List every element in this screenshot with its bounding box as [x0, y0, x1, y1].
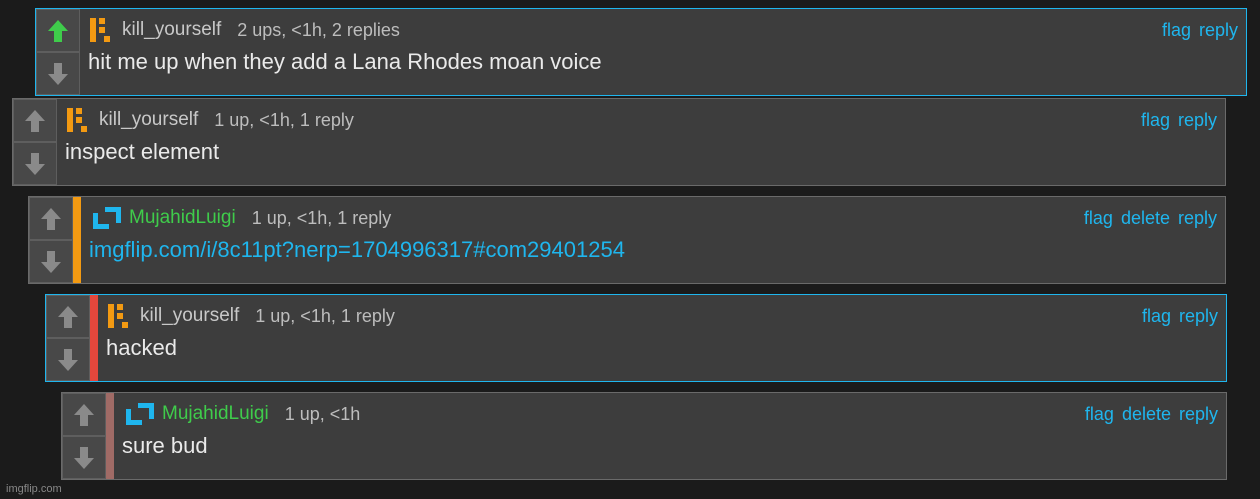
- arrow-up-icon: [58, 305, 78, 328]
- username-link[interactable]: MujahidLuigi: [162, 403, 269, 425]
- comment-text: hacked: [106, 335, 177, 360]
- comment-meta: 2 ups, <1h, 2 replies: [237, 19, 400, 40]
- downvote-button[interactable]: [36, 52, 80, 95]
- comment-meta: 1 up, <1h, 1 reply: [251, 207, 392, 228]
- comment-header: kill_yourself 1 up, <1h, 1 reply flag re…: [98, 295, 1226, 337]
- username-link[interactable]: kill_yourself: [99, 109, 198, 131]
- reply-button[interactable]: reply: [1179, 404, 1218, 425]
- arrow-up-icon: [74, 403, 94, 426]
- reply-button[interactable]: reply: [1199, 20, 1238, 41]
- flag-button[interactable]: flag: [1085, 404, 1114, 425]
- vote-column: [36, 9, 80, 95]
- upvote-button[interactable]: [13, 99, 57, 142]
- reply-button[interactable]: reply: [1179, 306, 1218, 327]
- thread-stripe: [106, 393, 114, 479]
- bracket-logo-avatar-icon[interactable]: [91, 205, 123, 231]
- comment-actions: flag delete reply: [1084, 208, 1217, 229]
- comment: MujahidLuigi 1 up, <1h flag delete reply…: [61, 392, 1227, 480]
- username-link[interactable]: kill_yourself: [122, 19, 221, 41]
- comment-meta: 1 up, <1h: [284, 403, 361, 424]
- thread-stripe: [73, 197, 81, 283]
- arrow-down-icon: [48, 62, 68, 85]
- k-logo-avatar-icon[interactable]: [67, 108, 87, 132]
- arrow-down-icon: [74, 446, 94, 469]
- username-link[interactable]: kill_yourself: [140, 305, 239, 327]
- upvote-button[interactable]: [46, 295, 90, 338]
- k-logo-avatar-icon[interactable]: [90, 18, 110, 42]
- flag-button[interactable]: flag: [1141, 110, 1170, 131]
- watermark: imgflip.com: [6, 483, 62, 495]
- comment-actions: flag reply: [1142, 306, 1218, 327]
- downvote-button[interactable]: [29, 240, 73, 283]
- comment: MujahidLuigi 1 up, <1h, 1 reply flag del…: [28, 196, 1226, 284]
- comment-text: inspect element: [65, 139, 220, 164]
- delete-button[interactable]: delete: [1121, 208, 1170, 229]
- downvote-button[interactable]: [46, 338, 90, 381]
- downvote-button[interactable]: [62, 436, 106, 479]
- arrow-up-icon: [25, 109, 45, 132]
- flag-button[interactable]: flag: [1084, 208, 1113, 229]
- flag-button[interactable]: flag: [1162, 20, 1191, 41]
- username-link[interactable]: MujahidLuigi: [129, 207, 236, 229]
- vote-column: [62, 393, 106, 479]
- comment-header: MujahidLuigi 1 up, <1h flag delete reply: [114, 393, 1226, 435]
- comment-actions: flag reply: [1162, 20, 1238, 41]
- vote-column: [13, 99, 57, 185]
- k-logo-avatar-icon[interactable]: [108, 304, 128, 328]
- delete-button[interactable]: delete: [1122, 404, 1171, 425]
- comment-body: MujahidLuigi 1 up, <1h flag delete reply…: [114, 393, 1226, 479]
- thread-stripe: [90, 295, 98, 381]
- arrow-up-icon: [41, 207, 61, 230]
- comment-text: hit me up when they add a Lana Rhodes mo…: [88, 49, 602, 74]
- comment: kill_yourself 1 up, <1h, 1 reply flag re…: [12, 98, 1226, 186]
- comment-text: sure bud: [122, 433, 208, 458]
- comment-link[interactable]: imgflip.com/i/8c11pt?nerp=1704996317#com…: [81, 239, 1225, 261]
- arrow-down-icon: [25, 152, 45, 175]
- comment-meta: 1 up, <1h, 1 reply: [214, 109, 354, 130]
- comment-meta: 1 up, <1h, 1 reply: [255, 305, 395, 326]
- reply-button[interactable]: reply: [1178, 110, 1217, 131]
- comment-body: kill_yourself 2 ups, <1h, 2 replies flag…: [80, 9, 1246, 95]
- arrow-up-icon: [48, 19, 68, 42]
- comment-actions: flag delete reply: [1085, 404, 1218, 425]
- comment-body: kill_yourself 1 up, <1h, 1 reply flag re…: [57, 99, 1225, 185]
- reply-button[interactable]: reply: [1178, 208, 1217, 229]
- bracket-logo-avatar-icon[interactable]: [124, 401, 156, 427]
- downvote-button[interactable]: [13, 142, 57, 185]
- upvote-button[interactable]: [36, 9, 80, 52]
- comment-header: kill_yourself 2 ups, <1h, 2 replies flag…: [80, 9, 1246, 51]
- comment-body: MujahidLuigi 1 up, <1h, 1 reply flag del…: [81, 197, 1225, 283]
- arrow-down-icon: [58, 348, 78, 371]
- vote-column: [29, 197, 73, 283]
- comment: kill_yourself 1 up, <1h, 1 reply flag re…: [45, 294, 1227, 382]
- comment-body: kill_yourself 1 up, <1h, 1 reply flag re…: [98, 295, 1226, 381]
- comment: kill_yourself 2 ups, <1h, 2 replies flag…: [35, 8, 1247, 96]
- upvote-button[interactable]: [29, 197, 73, 240]
- comment-header: kill_yourself 1 up, <1h, 1 reply flag re…: [57, 99, 1225, 141]
- vote-column: [46, 295, 90, 381]
- arrow-down-icon: [41, 250, 61, 273]
- comment-header: MujahidLuigi 1 up, <1h, 1 reply flag del…: [81, 197, 1225, 239]
- upvote-button[interactable]: [62, 393, 106, 436]
- comment-actions: flag reply: [1141, 110, 1217, 131]
- flag-button[interactable]: flag: [1142, 306, 1171, 327]
